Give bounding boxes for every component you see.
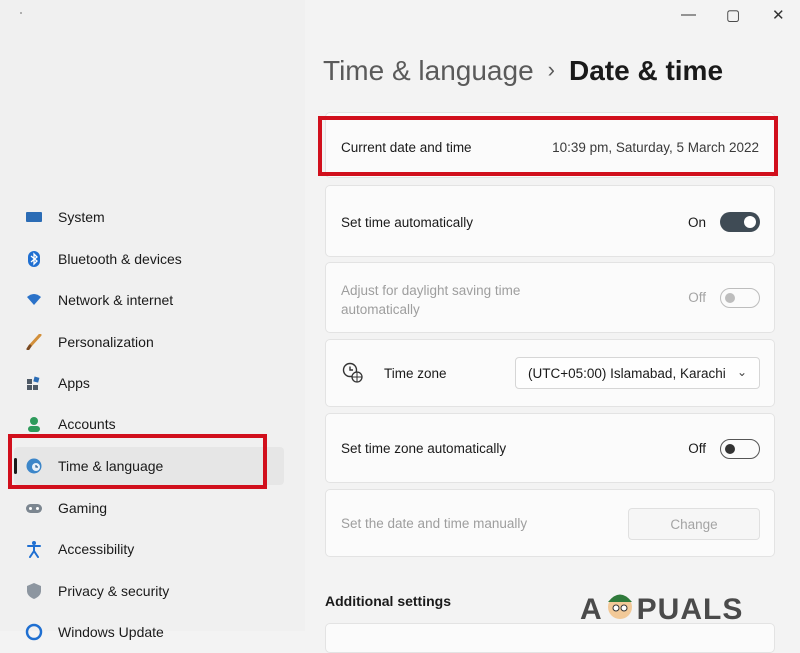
timezone-value: (UTC+05:00) Islamabad, Karachi [528, 365, 726, 381]
chevron-right-icon: › [547, 57, 555, 82]
minimize-icon[interactable]: — [681, 6, 696, 23]
manual-label: Set the date and time manually [341, 516, 528, 531]
apps-icon [24, 373, 44, 393]
additional-settings-heading: Additional settings [325, 593, 451, 609]
sidebar-item-label: Network & internet [58, 292, 174, 308]
page-title: Date & time [568, 55, 724, 86]
set-time-auto-state: On [687, 215, 706, 230]
daylight-toggle[interactable] [720, 288, 760, 308]
wifi-icon [24, 290, 44, 310]
sidebar-item-label: Accessibility [58, 541, 135, 557]
sidebar-item-network[interactable]: Network & internet [14, 281, 284, 319]
sidebar-item-label: Apps [58, 375, 90, 391]
breadcrumb: Time & language › Date & time [323, 55, 723, 87]
highlight-box-sidebar [8, 434, 267, 489]
timezone-globe-clock-icon [342, 362, 364, 389]
set-time-auto-toggle[interactable] [720, 212, 760, 232]
manual-card: Set the date and time manually Change [325, 489, 775, 557]
sidebar-item-accessibility[interactable]: Accessibility [14, 530, 284, 568]
maximize-icon[interactable]: ▢ [726, 6, 740, 24]
tz-auto-state: Off [688, 441, 706, 456]
sidebar-item-gaming[interactable]: Gaming [14, 489, 284, 527]
change-button[interactable]: Change [628, 508, 760, 540]
breadcrumb-parent[interactable]: Time & language [323, 55, 534, 86]
brush-icon [24, 332, 44, 352]
sidebar-item-label: Privacy & security [58, 583, 170, 599]
tz-auto-card: Set time zone automatically Off [325, 413, 775, 483]
sidebar-item-label: Accounts [58, 416, 116, 432]
timezone-dropdown[interactable]: (UTC+05:00) Islamabad, Karachi ⌄ [515, 357, 760, 389]
mascot-icon [605, 590, 635, 630]
daylight-card: Adjust for daylight saving time automati… [325, 262, 775, 333]
daylight-label: Adjust for daylight saving time automati… [341, 283, 521, 317]
accessibility-icon [24, 539, 44, 559]
sidebar-item-system[interactable]: System [14, 198, 284, 236]
watermark-logo: A PUALS [580, 590, 743, 630]
toggle-knob [744, 216, 756, 228]
sidebar-item-bluetooth[interactable]: Bluetooth & devices [14, 240, 284, 278]
daylight-state: Off [688, 290, 706, 305]
timezone-label: Time zone [384, 366, 447, 381]
toggle-knob [725, 444, 735, 454]
toggle-knob [725, 293, 735, 303]
sidebar-item-label: System [58, 209, 105, 225]
system-icon [24, 207, 44, 227]
tz-auto-label: Set time zone automatically [341, 441, 507, 456]
sidebar-item-label: Gaming [58, 500, 108, 516]
sidebar-item-label: Bluetooth & devices [58, 251, 182, 267]
controller-icon [24, 498, 44, 518]
sidebar-item-privacy[interactable]: Privacy & security [14, 572, 284, 610]
set-time-auto-label: Set time automatically [341, 215, 474, 230]
bluetooth-icon [24, 249, 44, 269]
highlight-box-datetime [318, 116, 778, 176]
sidebar-item-label: Personalization [58, 334, 154, 350]
watermark-letter-a: A [580, 593, 603, 626]
window-dot [20, 12, 22, 14]
tz-auto-toggle[interactable] [720, 439, 760, 459]
sidebar-item-personalization[interactable]: Personalization [14, 323, 284, 361]
chevron-down-icon: ⌄ [736, 365, 747, 379]
sidebar-item-label: Windows Update [58, 624, 164, 640]
sidebar-item-apps[interactable]: Apps [14, 364, 284, 402]
timezone-card: Time zone (UTC+05:00) Islamabad, Karachi… [325, 339, 775, 407]
watermark-letters: PUALS [636, 593, 744, 626]
sidebar: System Bluetooth & devices Network & int… [0, 0, 305, 641]
person-icon [24, 414, 44, 434]
shield-icon [24, 581, 44, 601]
sidebar-item-windows-update[interactable]: Windows Update [14, 613, 284, 651]
set-time-auto-card: Set time automatically On [325, 185, 775, 257]
update-icon [24, 622, 44, 642]
close-icon[interactable]: ✕ [772, 6, 785, 24]
